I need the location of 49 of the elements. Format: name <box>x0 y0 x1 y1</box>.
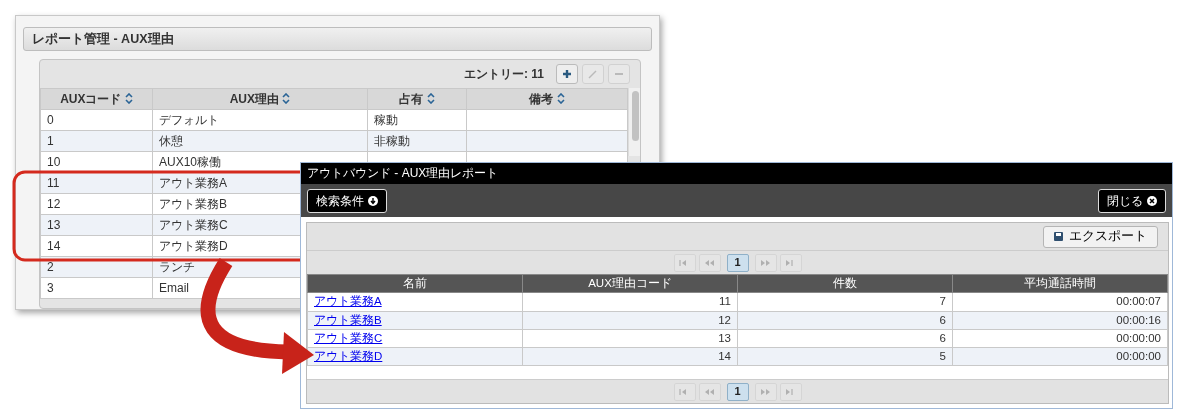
previous-icon <box>704 387 715 396</box>
sort-icon <box>556 93 565 104</box>
last-page-icon <box>785 387 796 396</box>
previous-icon <box>704 258 715 267</box>
close-button[interactable]: 閉じる <box>1098 188 1166 213</box>
column-header[interactable]: 件数 <box>737 274 953 293</box>
report-link[interactable]: アウト業務B <box>314 313 382 326</box>
table-cell: 14 <box>40 235 153 257</box>
pencil-icon <box>588 69 598 79</box>
last-page-icon <box>785 258 796 267</box>
column-header[interactable]: AUX理由 <box>152 88 368 110</box>
entry-count: エントリー: 11 <box>464 66 544 83</box>
window-title: レポート管理 - AUX理由 <box>23 27 652 51</box>
table-cell: デフォルト <box>152 109 368 131</box>
report-link[interactable]: アウト業務D <box>314 350 383 362</box>
close-icon <box>1147 195 1157 206</box>
column-header[interactable]: AUXコード <box>40 88 153 110</box>
sort-icon <box>282 93 291 104</box>
export-button[interactable]: エクスポート <box>1043 225 1158 248</box>
column-header[interactable]: AUX理由コード <box>522 274 738 293</box>
table-cell: 11 <box>40 172 153 194</box>
table-cell: 13 <box>40 214 153 236</box>
next-icon <box>760 387 771 396</box>
header-label: AUXコード <box>60 92 122 106</box>
search-conditions-button[interactable]: 検索条件 <box>307 188 387 213</box>
scrollbar-thumb[interactable] <box>632 91 639 141</box>
table-cell: 0 <box>40 109 153 131</box>
table-cell: 1 <box>40 130 153 152</box>
column-header[interactable]: 名前 <box>307 274 523 293</box>
scrollbar[interactable] <box>628 88 640 156</box>
sort-icon <box>426 93 435 104</box>
table-cell: 12 <box>40 193 153 215</box>
column-header[interactable]: 占有 <box>367 88 467 110</box>
table-cell: 休憩 <box>152 130 368 152</box>
table-cell: 3 <box>40 277 153 299</box>
add-button[interactable] <box>556 64 578 84</box>
header-label: AUX理由 <box>229 92 279 106</box>
page-button[interactable]: 1 <box>726 382 749 401</box>
header-label: 備考 <box>529 92 554 106</box>
window-title: アウトバウンド - AUX理由レポート <box>301 163 1172 184</box>
page-button[interactable]: 1 <box>726 253 749 272</box>
report-link[interactable]: アウト業務C <box>314 331 383 344</box>
column-header[interactable]: 平均通話時間 <box>952 274 1168 293</box>
header-label: 占有 <box>399 92 424 106</box>
plus-icon <box>562 69 572 79</box>
column-header[interactable]: 備考 <box>466 88 628 110</box>
download-icon <box>368 195 378 206</box>
next-icon <box>760 258 771 267</box>
sort-icon <box>124 93 133 104</box>
